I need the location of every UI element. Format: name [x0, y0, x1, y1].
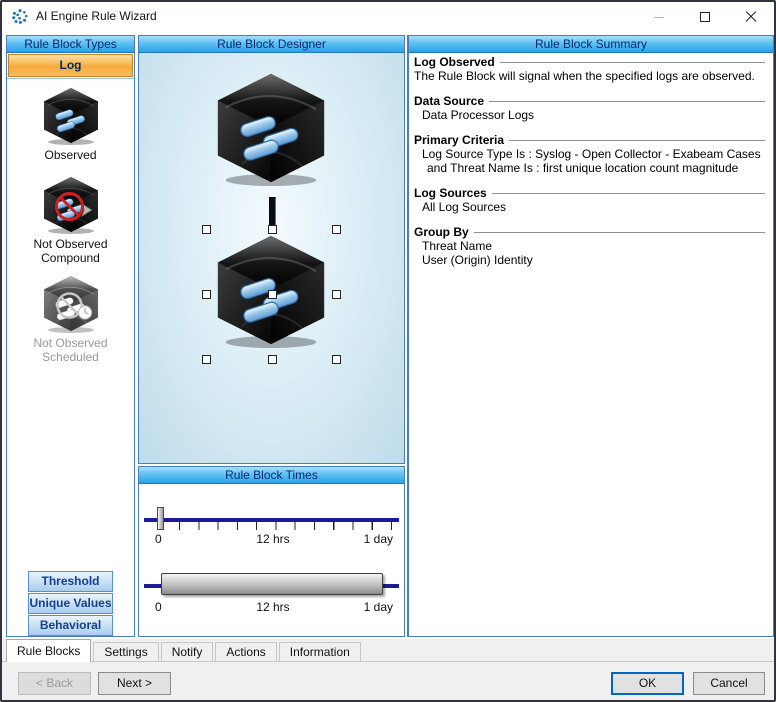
rule-block-times-header: Rule Block Times	[139, 467, 404, 484]
rule-block-summary-body: Log Observed The Rule Block will signal …	[409, 53, 773, 267]
not-observed-compound-icon	[40, 175, 102, 235]
type-item-observed[interactable]: Observed	[40, 86, 102, 162]
type-item-label: Not Observed Compound	[26, 237, 116, 265]
tab-notify[interactable]: Notify	[161, 642, 214, 662]
rule-block-types-header: Rule Block Types	[7, 36, 134, 53]
section-line: Log Source Type Is : Syslog - Open Colle…	[414, 147, 767, 161]
rule-block-designer-panel: Rule Block Designer	[138, 35, 405, 464]
time-slider-ticks	[160, 522, 392, 530]
section-line: Threat Name	[414, 239, 767, 253]
rule-block-summary-panel: Rule Block Summary Log Observed The Rule…	[407, 35, 774, 637]
rule-block-observed[interactable]	[211, 70, 331, 188]
tab-rule-blocks[interactable]: Rule Blocks	[6, 639, 91, 662]
rule-block-times-body: 0 12 hrs 1 day 0 12 hrs 1 day	[139, 484, 404, 636]
selection-handle[interactable]	[332, 290, 341, 299]
type-item-label: Observed	[44, 148, 96, 162]
selection-handle[interactable]	[202, 290, 211, 299]
window-title: AI Engine Rule Wizard	[36, 9, 157, 23]
section-title: Primary Criteria	[414, 133, 504, 147]
observed-cube	[211, 70, 331, 188]
minimize-button	[636, 2, 682, 32]
range-slider-bar[interactable]	[161, 573, 383, 595]
selection-handle[interactable]	[332, 355, 341, 364]
section-rule-line	[500, 62, 765, 63]
section-rule-line	[489, 101, 765, 102]
back-button: < Back	[18, 672, 91, 695]
slider2-label-12hrs: 12 hrs	[153, 600, 393, 614]
selection-handle[interactable]	[268, 355, 277, 364]
tab-actions[interactable]: Actions	[215, 642, 276, 662]
cancel-button[interactable]: Cancel	[693, 672, 765, 695]
minimize-icon	[654, 17, 664, 18]
section-line: User (Origin) Identity	[414, 253, 767, 267]
selection-handle[interactable]	[202, 225, 211, 234]
next-button[interactable]: Next >	[98, 672, 171, 695]
section-line: Data Processor Logs	[414, 108, 767, 122]
close-button[interactable]	[728, 2, 774, 32]
rule-block-designer-header: Rule Block Designer	[139, 36, 404, 53]
threshold-type-button[interactable]: Threshold	[28, 571, 112, 592]
selection-handle[interactable]	[202, 355, 211, 364]
section-title: Log Observed	[414, 55, 495, 69]
slider1-label-1day: 1 day	[364, 532, 393, 546]
type-item-not-observed-compound[interactable]: Not Observed Compound	[26, 175, 116, 265]
rule-block-type-list: Observed Not Observed Compound	[7, 78, 134, 636]
ai-engine-rule-wizard-window: AI Engine Rule Wizard Rule Block Types L…	[0, 0, 776, 702]
summary-section-log-observed: Log Observed The Rule Block will signal …	[414, 55, 767, 83]
observed-cube-icon	[40, 86, 102, 146]
section-rule-line	[474, 232, 765, 233]
wizard-tabstrip: Rule Blocks Settings Notify Actions Info…	[6, 639, 774, 662]
section-rule-line	[492, 193, 765, 194]
section-title: Data Source	[414, 94, 484, 108]
ok-button[interactable]: OK	[611, 672, 684, 695]
section-line: The Rule Block will signal when the spec…	[414, 69, 767, 83]
section-rule-line	[509, 140, 765, 141]
type-item-label: Not Observed Scheduled	[26, 336, 116, 364]
not-observed-scheduled-icon	[40, 274, 102, 334]
titlebar: AI Engine Rule Wizard	[2, 2, 774, 32]
behavioral-type-button[interactable]: Behavioral	[28, 615, 112, 636]
rule-block-designer-canvas[interactable]	[139, 53, 404, 463]
rule-block-types-panel: Rule Block Types Log Observed Not Observ…	[6, 35, 135, 637]
tab-settings[interactable]: Settings	[93, 642, 158, 662]
designer-column: Rule Block Designer R	[138, 35, 405, 637]
rule-block-times-panel: Rule Block Times 0 12 hrs 1 day 0 12 hrs…	[138, 466, 405, 637]
summary-section-log-sources: Log Sources All Log Sources	[414, 186, 767, 214]
summary-section-primary-criteria: Primary Criteria Log Source Type Is : Sy…	[414, 133, 767, 175]
log-type-button[interactable]: Log	[8, 54, 133, 77]
summary-section-data-source: Data Source Data Processor Logs	[414, 94, 767, 122]
bottom-bar: Rule Blocks Settings Notify Actions Info…	[2, 639, 774, 700]
maximize-button[interactable]	[682, 2, 728, 32]
close-icon	[745, 11, 757, 23]
section-line: and Threat Name Is : first unique locati…	[414, 161, 767, 175]
slider2-label-1day: 1 day	[364, 600, 393, 614]
section-title: Log Sources	[414, 186, 487, 200]
selection-handle[interactable]	[268, 290, 277, 299]
tab-information[interactable]: Information	[279, 642, 361, 662]
maximize-icon	[700, 12, 710, 22]
time-slider-handle[interactable]	[157, 507, 164, 530]
unique-values-type-button[interactable]: Unique Values	[28, 593, 112, 614]
section-line: All Log Sources	[414, 200, 767, 214]
selection-handle[interactable]	[268, 225, 277, 234]
summary-section-group-by: Group By Threat Name User (Origin) Ident…	[414, 225, 767, 267]
selection-handle[interactable]	[332, 225, 341, 234]
slider1-label-12hrs: 12 hrs	[153, 532, 393, 546]
type-item-not-observed-scheduled: Not Observed Scheduled	[26, 274, 116, 364]
rule-block-summary-header: Rule Block Summary	[409, 36, 773, 53]
section-title: Group By	[414, 225, 469, 239]
logrhythm-logo-icon	[11, 8, 29, 26]
